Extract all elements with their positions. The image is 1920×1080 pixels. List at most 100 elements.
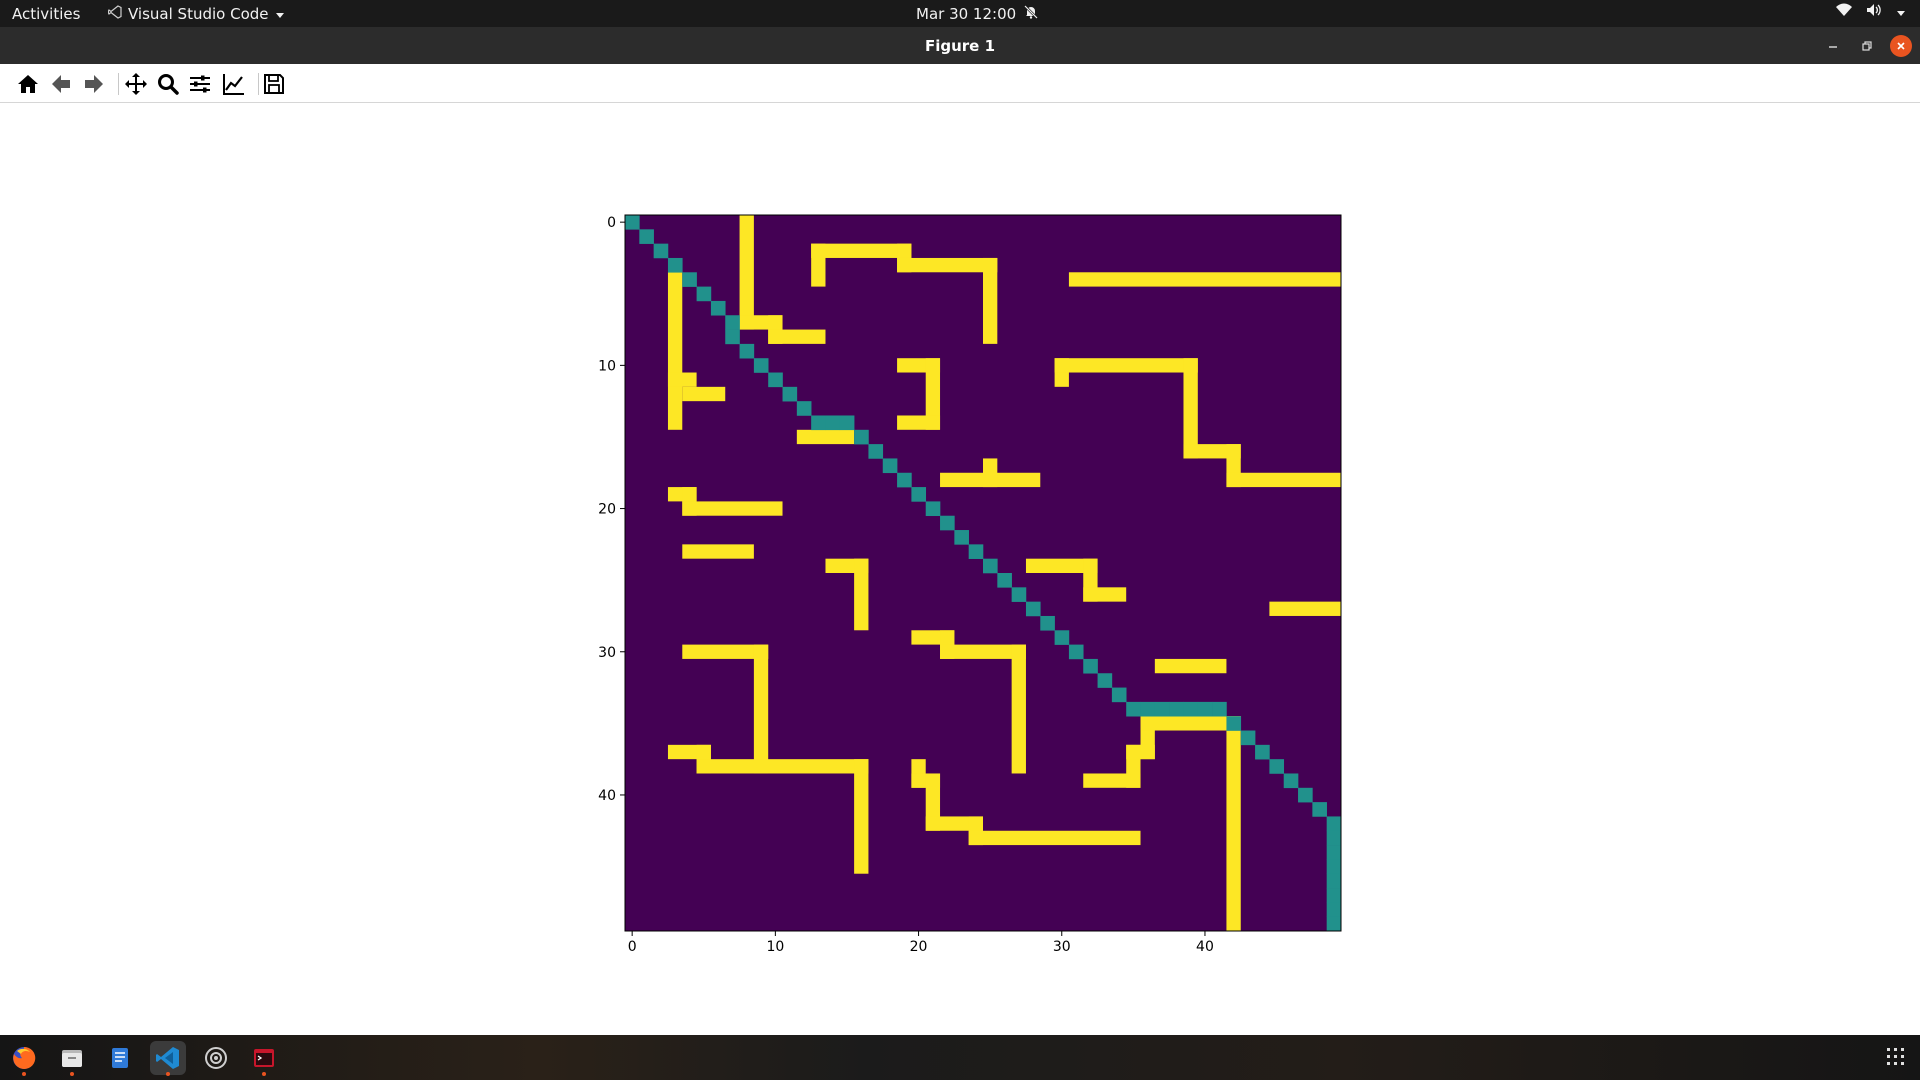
path-cell: [682, 272, 697, 287]
close-icon[interactable]: [1890, 35, 1912, 57]
wall-cell: [1183, 358, 1198, 459]
status-area[interactable]: [1836, 3, 1906, 21]
path-cell: [739, 343, 755, 359]
notifications-off-icon: [1024, 5, 1039, 23]
app-name: Visual Studio Code: [128, 5, 269, 23]
path-cell: [983, 558, 998, 574]
path-cell: [839, 415, 855, 431]
path-cell: [897, 472, 912, 488]
app-grid-icon[interactable]: [1886, 1047, 1906, 1067]
y-tick-label: 40: [598, 788, 616, 804]
x-tick-label: 0: [628, 939, 637, 955]
dropdown-arrow-icon: [275, 5, 285, 23]
path-cell: [753, 358, 769, 373]
path-cell: [1083, 658, 1098, 674]
clock-text: Mar 30 12:00: [916, 5, 1017, 23]
path-cell: [625, 215, 640, 230]
path-cell: [1226, 716, 1242, 731]
path-cell: [1097, 673, 1113, 688]
path-cell: [1240, 730, 1256, 746]
wall-cell: [667, 372, 697, 387]
save-icon[interactable]: [260, 70, 288, 98]
path-cell: [796, 401, 812, 416]
path-cell: [1126, 701, 1141, 717]
pan-icon[interactable]: [122, 70, 150, 98]
path-cell: [882, 458, 898, 474]
path-cell: [1326, 873, 1342, 889]
home-icon[interactable]: [14, 70, 42, 98]
back-icon[interactable]: [47, 70, 75, 98]
path-cell: [725, 329, 740, 345]
running-indicator: [262, 1072, 266, 1076]
zoom-icon[interactable]: [154, 70, 182, 98]
maximize-icon[interactable]: [1856, 35, 1878, 57]
forward-icon[interactable]: [80, 70, 108, 98]
wall-cell: [1226, 716, 1241, 931]
path-cell: [1025, 601, 1041, 617]
edit-axis-icon[interactable]: [220, 70, 248, 98]
y-tick-label: 0: [607, 215, 616, 231]
path-cell: [1326, 916, 1342, 932]
wall-cell: [696, 759, 869, 774]
path-cell: [1312, 802, 1327, 817]
running-indicator: [70, 1072, 74, 1076]
wall-cell: [768, 329, 826, 344]
wall-cell: [897, 415, 941, 430]
path-cell: [768, 372, 783, 388]
path-cell: [710, 300, 726, 316]
path-cell: [653, 243, 669, 259]
wall-cell: [1068, 272, 1341, 287]
x-tick-label: 20: [910, 939, 928, 955]
path-cell: [1154, 701, 1170, 717]
clock[interactable]: Mar 30 12:00: [916, 5, 1039, 23]
path-cell: [811, 415, 826, 431]
wall-cell: [739, 215, 754, 330]
wall-cell: [983, 257, 998, 344]
wall-cell: [1083, 587, 1127, 602]
y-tick-label: 20: [598, 502, 616, 518]
window-title: Figure 1: [924, 37, 996, 55]
path-cell: [1183, 701, 1199, 717]
configure-subplots-icon[interactable]: [186, 70, 214, 98]
wall-cell: [1269, 601, 1341, 616]
wall-cell: [682, 386, 726, 402]
path-cell: [1068, 644, 1084, 660]
toolbar-separator: [118, 73, 119, 95]
wall-cell: [854, 558, 869, 631]
files-icon[interactable]: [54, 1041, 90, 1076]
path-cell: [782, 386, 798, 402]
wall-cell: [753, 644, 769, 774]
system-menu-arrow-icon: [1896, 3, 1906, 21]
wall-cell: [682, 544, 754, 559]
activities-button[interactable]: Activities: [12, 5, 80, 23]
x-tick-label: 10: [766, 939, 784, 955]
wifi-icon: [1836, 3, 1852, 21]
path-cell: [1255, 744, 1270, 760]
wall-cell: [854, 759, 869, 874]
figure-canvas[interactable]: 0 10 20 30 40 0 10 20 30 40: [0, 103, 1920, 1035]
x-tick-label: 40: [1196, 939, 1214, 955]
firefox-icon[interactable]: [6, 1041, 42, 1076]
path-cell: [997, 573, 1012, 588]
minimize-icon[interactable]: [1822, 35, 1844, 57]
wall-cell: [667, 272, 683, 430]
path-cell: [725, 315, 740, 330]
app-menu[interactable]: Visual Studio Code: [107, 5, 285, 23]
path-cell: [1298, 787, 1313, 803]
taskbar: [0, 1035, 1920, 1080]
vscode-icon[interactable]: [150, 1041, 186, 1076]
window-title-bar: Figure 1: [0, 27, 1920, 64]
path-cell: [854, 429, 869, 445]
running-indicator: [166, 1072, 170, 1076]
settings-icon[interactable]: [198, 1041, 234, 1075]
path-cell: [1326, 888, 1342, 903]
wall-cell: [968, 830, 1141, 846]
heatmap-chart: 0 10 20 30 40 0 10 20 30 40: [598, 214, 1342, 955]
path-cell: [1040, 615, 1055, 631]
path-cell: [940, 515, 955, 531]
terminal-icon[interactable]: [246, 1041, 282, 1076]
toolbar-separator: [258, 73, 259, 95]
wall-cell: [682, 501, 783, 516]
text-editor-icon[interactable]: [102, 1041, 138, 1075]
wall-cell: [1140, 716, 1241, 731]
